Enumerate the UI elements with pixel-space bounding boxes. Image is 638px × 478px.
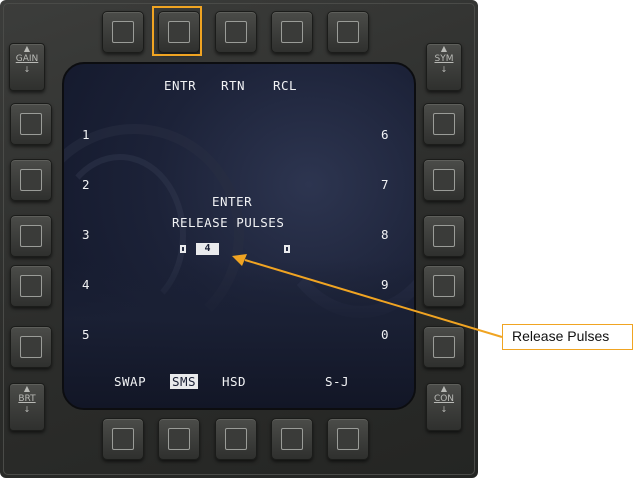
- osb-face: [225, 428, 247, 450]
- osb-13-button[interactable]: [215, 418, 257, 460]
- scratchpad-key-8: 8: [381, 227, 389, 242]
- scratchpad-key-5: 5: [82, 327, 90, 342]
- enter-prompt: ENTER: [212, 194, 253, 209]
- rtn-label: RTN: [221, 78, 246, 93]
- osb-face: [337, 21, 359, 43]
- osb-face: [20, 225, 42, 247]
- con-label: CON: [433, 394, 455, 404]
- entr-label: ENTR: [164, 78, 197, 93]
- mfd-screen: ENTR RTN RCL 1 2 3 4 5 6 7 8 9 0 ENTER R…: [62, 62, 416, 410]
- osb-face: [281, 428, 303, 450]
- osb-20-button[interactable]: [327, 11, 369, 53]
- down-arrow-icon: ↓: [23, 405, 31, 414]
- release-pulses-value: 4: [196, 243, 219, 255]
- scratchpad-key-9: 9: [381, 277, 389, 292]
- osb-16-button[interactable]: [102, 11, 144, 53]
- osb-18-button[interactable]: [215, 11, 257, 53]
- scratchpad-key-3: 3: [82, 227, 90, 242]
- osb-15-button[interactable]: [102, 418, 144, 460]
- mfd-bezel: ▲ GAIN ↓ ▲ SYM ↓ ▲ BRT ↓ ▲ CON ↓ ENTR RT…: [0, 0, 478, 478]
- osb-12-button[interactable]: [271, 418, 313, 460]
- down-arrow-icon: ↓: [440, 65, 448, 74]
- sms-label: SMS: [170, 374, 199, 389]
- osb-9-button[interactable]: [423, 265, 465, 307]
- scratchpad-bracket-right: [284, 245, 290, 253]
- osb-face: [225, 21, 247, 43]
- scratchpad-key-2: 2: [82, 177, 90, 192]
- osb-face: [433, 113, 455, 135]
- osb-11-button[interactable]: [327, 418, 369, 460]
- osb-3-button[interactable]: [10, 215, 52, 257]
- down-arrow-icon: ↓: [440, 405, 448, 414]
- scratchpad-key-0: 0: [381, 327, 389, 342]
- rcl-label: RCL: [273, 78, 298, 93]
- release-pulses-prompt: RELEASE PULSES: [172, 215, 285, 230]
- osb-5-button[interactable]: [10, 326, 52, 368]
- osb-face: [337, 428, 359, 450]
- osb-face: [20, 169, 42, 191]
- osb-face: [112, 21, 134, 43]
- scratchpad-key-4: 4: [82, 277, 90, 292]
- hsd-label: HSD: [222, 374, 247, 389]
- osb-face: [168, 21, 190, 43]
- osb-face: [433, 336, 455, 358]
- osb-face: [433, 169, 455, 191]
- osb-face: [20, 113, 42, 135]
- osb-face: [112, 428, 134, 450]
- up-arrow-icon: ▲: [23, 44, 31, 53]
- release-pulses-callout: Release Pulses: [502, 324, 633, 350]
- osb-face: [433, 225, 455, 247]
- swap-label: SWAP: [114, 374, 147, 389]
- gain-rocker[interactable]: ▲ GAIN ↓: [9, 43, 45, 91]
- osb-4-button[interactable]: [10, 265, 52, 307]
- scratchpad-key-6: 6: [381, 127, 389, 142]
- con-rocker[interactable]: ▲ CON ↓: [426, 383, 462, 431]
- up-arrow-icon: ▲: [440, 44, 448, 53]
- osb-6-button[interactable]: [423, 103, 465, 145]
- osb-face: [20, 275, 42, 297]
- osb-19-button[interactable]: [271, 11, 313, 53]
- scratchpad-key-1: 1: [82, 127, 90, 142]
- osb-2-button[interactable]: [10, 159, 52, 201]
- up-arrow-icon: ▲: [440, 384, 448, 393]
- up-arrow-icon: ▲: [23, 384, 31, 393]
- sym-rocker[interactable]: ▲ SYM ↓: [426, 43, 462, 91]
- osb-14-button[interactable]: [158, 418, 200, 460]
- osb-8-button[interactable]: [423, 215, 465, 257]
- scratchpad-bracket-left: [180, 245, 186, 253]
- osb-face: [433, 275, 455, 297]
- gain-label: GAIN: [15, 54, 39, 64]
- osb-face: [20, 336, 42, 358]
- osb-7-button[interactable]: [423, 159, 465, 201]
- down-arrow-icon: ↓: [23, 65, 31, 74]
- sym-label: SYM: [434, 54, 454, 64]
- brt-rocker[interactable]: ▲ BRT ↓: [9, 383, 45, 431]
- osb-face: [281, 21, 303, 43]
- osb-17-button[interactable]: [158, 11, 200, 53]
- s-j-label: S-J: [325, 374, 350, 389]
- brt-label: BRT: [18, 394, 36, 404]
- osb-10-button[interactable]: [423, 326, 465, 368]
- scratchpad-key-7: 7: [381, 177, 389, 192]
- osb-1-button[interactable]: [10, 103, 52, 145]
- osb-face: [168, 428, 190, 450]
